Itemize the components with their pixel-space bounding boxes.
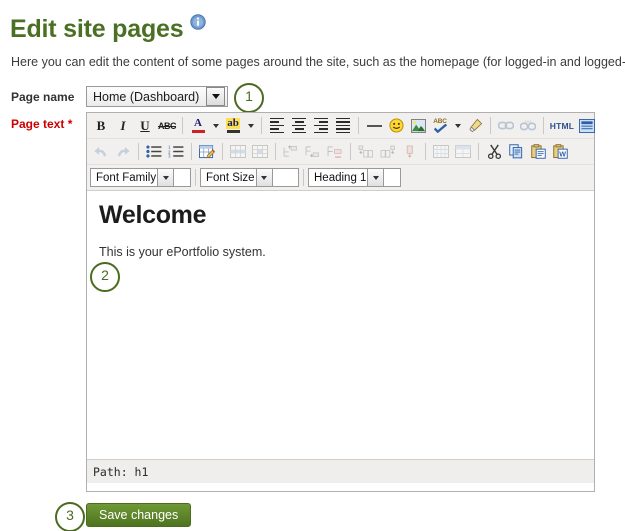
toolbar-separator [543,117,544,134]
table-properties-icon[interactable] [196,141,218,162]
undo-icon [90,141,112,162]
font-size-select[interactable]: Font Size [200,168,299,187]
insert-row-after-icon [302,141,324,162]
font-family-select[interactable]: Font Family [90,168,191,187]
insert-column-before-icon [355,141,377,162]
emoticon-icon[interactable] [385,115,407,136]
delete-column-icon [399,141,421,162]
fullscreen-icon[interactable] [576,115,598,136]
insert-link-icon [495,115,517,136]
chevron-down-icon[interactable] [206,87,225,106]
editor-toolbar-row-2: 123 W [87,139,594,165]
spellcheck-icon[interactable]: ABC [429,115,451,136]
editor-content-area[interactable]: Welcome This is your ePortfolio system. [87,191,594,459]
toolbar-separator [425,143,426,160]
heading-format-value: Heading 1 [314,171,367,184]
delete-row-icon [324,141,346,162]
page-title-text: Edit site pages [10,15,184,43]
content-paragraph: This is your ePortfolio system. [99,245,266,259]
paste-from-word-icon[interactable]: W [549,141,571,162]
info-icon[interactable] [190,8,207,30]
split-cells-icon [430,141,452,162]
svg-text:3: 3 [168,154,171,158]
underline-icon[interactable]: U [134,115,156,136]
italic-icon[interactable]: I [112,115,134,136]
copy-icon[interactable] [505,141,527,162]
spellcheck-dropdown-icon[interactable] [451,115,464,136]
page-name-label: Page name [11,90,75,104]
heading-format-select[interactable]: Heading 1 [308,168,401,187]
insert-column-after-icon [377,141,399,162]
editor-toolbar-row-1: B I U ABC A ab ABC HTML [87,113,595,139]
align-left-icon[interactable] [266,115,288,136]
toolbar-separator [275,143,276,160]
font-size-value: Font Size [206,171,255,184]
text-color-dropdown-icon[interactable] [209,115,222,136]
redo-icon [112,141,134,162]
align-right-icon[interactable] [310,115,332,136]
toolbar-separator [303,169,304,186]
html-source-button[interactable]: HTML [548,115,576,136]
annotation-3: 3 [55,502,85,531]
chevron-down-icon[interactable] [157,168,175,187]
svg-text:W: W [559,151,566,159]
text-color-icon[interactable]: A [187,115,209,136]
row-properties-icon [227,141,249,162]
background-color-dropdown-icon[interactable] [244,115,257,136]
horizontal-rule-icon[interactable] [363,115,385,136]
insert-image-icon[interactable] [407,115,429,136]
page-title: Edit site pages [10,8,207,44]
bold-icon[interactable]: B [90,115,112,136]
font-family-value: Font Family [96,171,157,184]
toolbar-separator [261,117,262,134]
annotation-2: 2 [90,262,120,292]
toolbar-separator [358,117,359,134]
paste-icon[interactable] [527,141,549,162]
save-changes-button[interactable]: Save changes [86,503,192,527]
page-text-label: Page text * [11,117,73,131]
annotation-1: 1 [234,83,264,113]
unlink-icon [517,115,539,136]
intro-text: Here you can edit the content of some pa… [11,55,625,69]
numbered-list-icon[interactable]: 123 [165,141,187,162]
content-heading: Welcome [99,201,207,229]
toolbar-separator [222,143,223,160]
cut-icon[interactable] [483,141,505,162]
cleanup-icon[interactable] [464,115,486,136]
align-justify-icon[interactable] [332,115,354,136]
editor-status-bar: Path: h1 [87,459,594,483]
bullet-list-icon[interactable] [143,141,165,162]
toolbar-separator [478,143,479,160]
toolbar-separator [182,117,183,134]
merge-cells-icon [452,141,474,162]
background-color-icon[interactable]: ab [222,115,244,136]
editor-toolbar-row-3: Font Family Font Size Heading 1 [87,165,594,191]
strikethrough-icon[interactable]: ABC [156,115,178,136]
page-name-select[interactable]: Home (Dashboard) [86,86,228,107]
chevron-down-icon[interactable] [367,168,385,187]
editor-path-text: Path: h1 [93,464,149,479]
align-center-icon[interactable] [288,115,310,136]
toolbar-separator [195,169,196,186]
edit-site-pages-page: Edit site pages Here you can edit the co… [0,0,625,531]
toolbar-separator [191,143,192,160]
toolbar-separator [138,143,139,160]
rich-text-editor: B I U ABC A ab ABC HTML 1 2 3 W Font Fam… [86,112,595,492]
toolbar-separator [350,143,351,160]
toolbar-separator [490,117,491,134]
cell-properties-icon [249,141,271,162]
chevron-down-icon[interactable] [255,168,273,187]
page-name-select-value: Home (Dashboard) [93,89,200,104]
insert-row-before-icon [280,141,302,162]
